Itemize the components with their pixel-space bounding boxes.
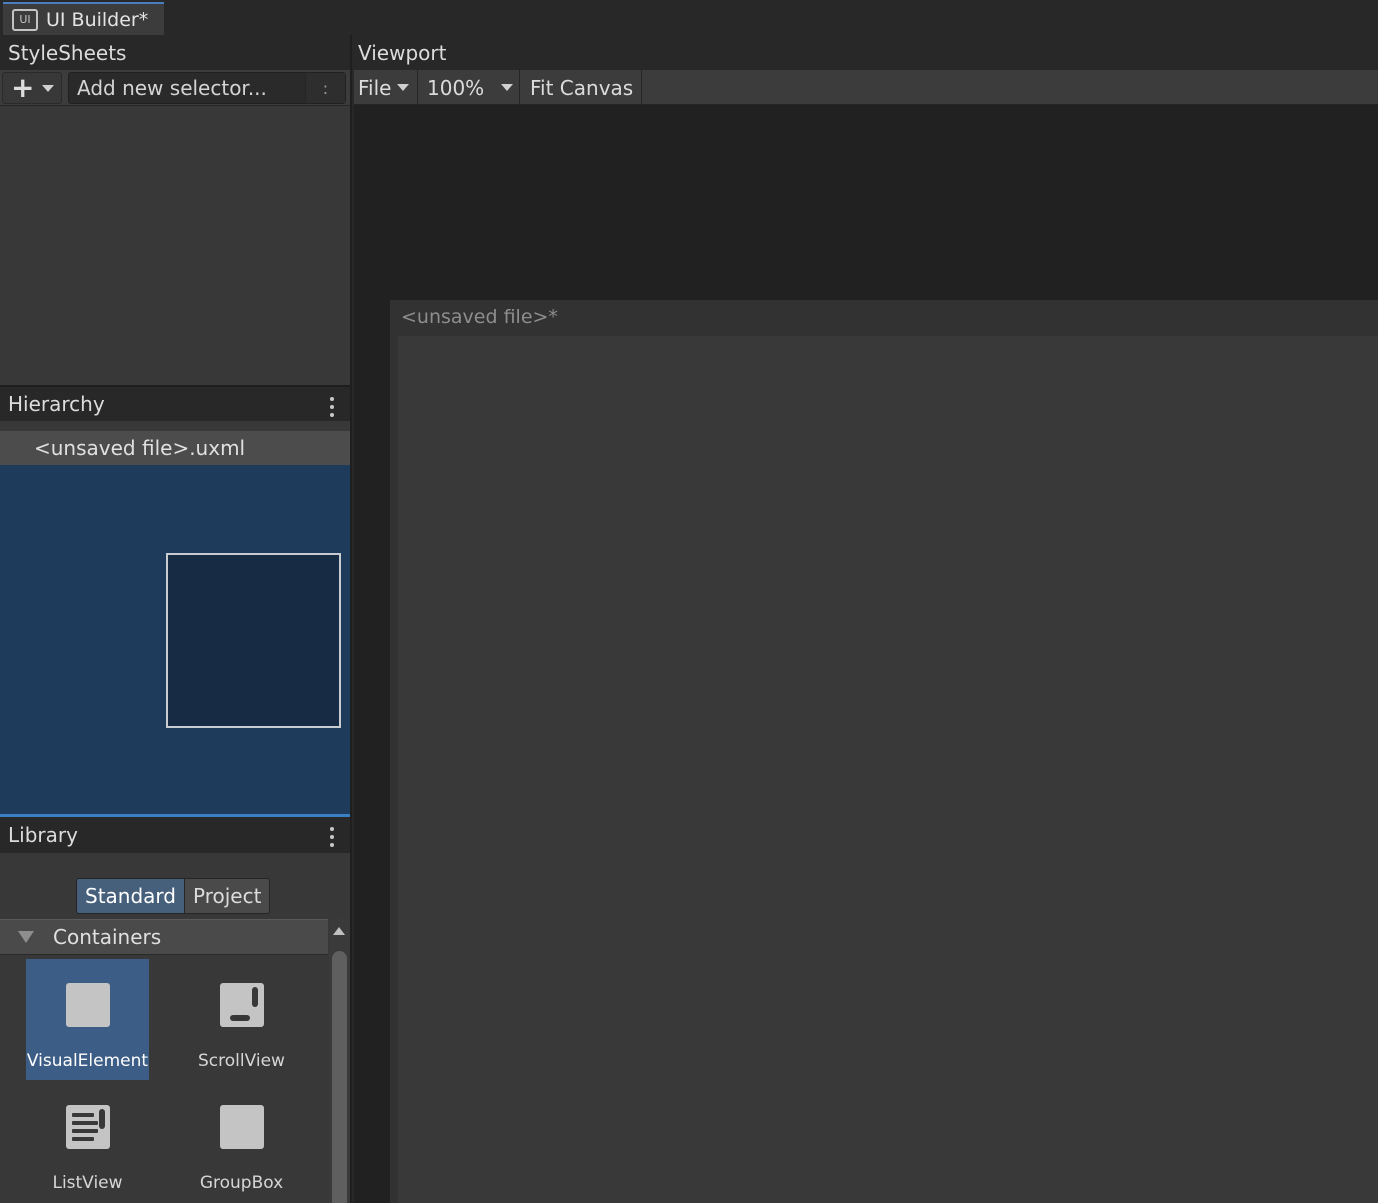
library-item-label: ScrollView (198, 1051, 285, 1071)
drag-preview-element (166, 553, 341, 728)
chevron-down-icon (501, 84, 513, 91)
canvas-title: <unsaved file>* (401, 306, 558, 328)
zoom-value: 100% (427, 75, 485, 100)
visual-element-icon (65, 983, 110, 1027)
category-containers[interactable]: Containers (0, 919, 328, 955)
tab-standard[interactable]: Standard (77, 879, 185, 913)
expand-triangle-icon (18, 931, 34, 943)
library-scrollbar[interactable] (329, 919, 350, 1203)
canvas-document[interactable] (398, 336, 1378, 1203)
hierarchy-header: Hierarchy (0, 385, 350, 421)
scroll-thumb[interactable] (332, 951, 347, 1203)
selector-placeholder: Add new selector... (77, 76, 267, 100)
library-item-groupbox[interactable]: GroupBox (180, 1081, 303, 1202)
library-item-scrollview[interactable]: ScrollView (180, 959, 303, 1080)
fit-canvas-button[interactable]: Fit Canvas (522, 70, 642, 105)
ui-builder-icon: UI (12, 8, 38, 31)
viewport-title: Viewport (358, 40, 447, 65)
group-box-icon (219, 1105, 264, 1149)
plus-icon: + (11, 71, 35, 104)
hierarchy-menu-icon[interactable] (330, 397, 334, 417)
tab-project[interactable]: Project (185, 879, 270, 913)
list-view-icon (65, 1105, 110, 1149)
stylesheets-title: StyleSheets (8, 41, 127, 65)
left-column: StyleSheets + Add new selector... : Hier… (0, 35, 352, 1203)
hierarchy-title: Hierarchy (8, 392, 105, 416)
file-menu-label: File (358, 75, 392, 100)
viewport-pane: Viewport File 100% Fit Canvas <unsaved f… (354, 35, 1378, 1203)
window-tab-bar: UI UI Builder* (0, 0, 1378, 35)
viewport-header: Viewport (354, 35, 1378, 70)
scroll-view-icon (219, 983, 264, 1027)
library-item-label: ListView (52, 1173, 123, 1193)
scroll-up-icon[interactable] (333, 927, 345, 935)
hierarchy-root-item[interactable]: <unsaved file>.uxml (0, 431, 350, 465)
tab-title: UI Builder* (46, 8, 149, 31)
file-menu-button[interactable]: File (354, 70, 418, 105)
pseudo-class-button[interactable]: : (305, 73, 345, 103)
library-item-visualelement[interactable]: VisualElement (26, 959, 149, 1080)
library-item-label: GroupBox (199, 1173, 284, 1193)
zoom-dropdown[interactable]: 100% (420, 70, 520, 105)
stylesheets-header: StyleSheets (0, 35, 350, 71)
library-body: Standard Project Containers VisualElemen… (0, 861, 350, 1203)
hierarchy-root-label: <unsaved file>.uxml (34, 436, 246, 460)
library-title: Library (8, 823, 78, 847)
hierarchy-drop-area[interactable] (0, 465, 350, 817)
add-selector-input[interactable]: Add new selector... : (68, 72, 346, 104)
canvas-frame[interactable]: <unsaved file>* (390, 300, 1378, 1203)
library-menu-icon[interactable] (330, 827, 334, 847)
library-item-label: VisualElement (26, 1051, 149, 1071)
library-header: Library (0, 817, 350, 853)
chevron-down-icon (397, 84, 410, 91)
chevron-down-icon (42, 84, 55, 92)
ui-builder-tab[interactable]: UI UI Builder* (3, 2, 164, 35)
library-tab-group: Standard Project (76, 878, 271, 914)
viewport-toolbar: File 100% Fit Canvas (354, 70, 1378, 105)
fit-canvas-label: Fit Canvas (530, 75, 634, 100)
library-item-listview[interactable]: ListView (26, 1081, 149, 1202)
stylesheets-list (0, 106, 350, 384)
add-stylesheet-button[interactable]: + (2, 72, 62, 104)
stylesheets-toolbar: + Add new selector... : (0, 70, 350, 106)
category-label: Containers (53, 925, 162, 949)
